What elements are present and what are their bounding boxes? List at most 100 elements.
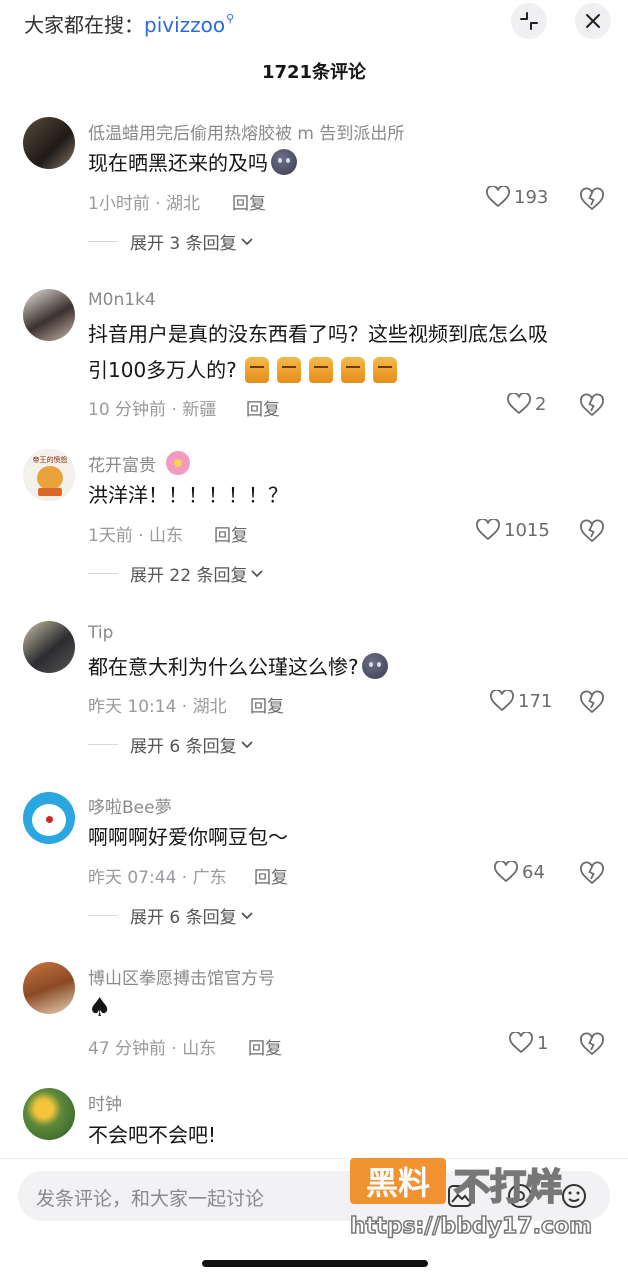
expand-replies-button[interactable]: 展开 3 条回复 <box>88 229 253 254</box>
home-indicator <box>202 1260 428 1267</box>
top-bar: 大家都在搜：pivizzoo⚲ <box>0 0 628 44</box>
comment-text: 洪洋洋！！！！！！？ <box>88 483 288 507</box>
like-button[interactable]: 1 <box>509 1032 548 1054</box>
reply-button[interactable]: 回复 <box>254 863 288 888</box>
close-icon <box>586 14 600 28</box>
comment-item: 哆啦Bee夢 啊啊啊好爱你啊豆包～ 昨天 07:44 · 广东 回复 64 展开… <box>0 789 628 929</box>
comment-username[interactable]: 花开富贵 <box>88 451 190 476</box>
comment-username[interactable]: 哆啦Bee夢 <box>88 793 172 818</box>
dislike-button[interactable] <box>579 393 605 421</box>
reply-button[interactable]: 回复 <box>248 1034 282 1059</box>
comment-item: 帝王的愤怒 花开富贵 洪洋洋！！！！！！？ 1天前 · 山东 回复 1015 展… <box>0 447 628 587</box>
reply-button[interactable]: 回复 <box>250 692 284 717</box>
expand-replies-button[interactable]: 展开 22 条回复 <box>88 561 264 586</box>
expand-replies-button[interactable]: 展开 6 条回复 <box>88 903 253 928</box>
broken-heart-icon <box>580 1032 604 1056</box>
avatar[interactable] <box>23 621 75 673</box>
divider-line <box>88 573 118 574</box>
reply-button[interactable]: 回复 <box>214 521 248 546</box>
emoji-face-icon <box>361 653 388 679</box>
comment-text: 不会吧不会吧! <box>88 1123 217 1147</box>
like-count: 193 <box>514 186 549 208</box>
avatar[interactable]: 帝王的愤怒 <box>23 449 75 501</box>
like-button[interactable]: 193 <box>486 186 548 208</box>
comment-item: M0n1k4 抖音用户是真的没东西看了吗？这些视频到底怎么吸 引100多万人的?… <box>0 284 628 424</box>
heart-icon <box>486 186 510 208</box>
comment-username[interactable]: M0n1k4 <box>88 290 156 310</box>
avatar[interactable] <box>23 289 75 341</box>
heart-icon <box>490 690 514 712</box>
chevron-down-icon <box>240 237 253 245</box>
comment-time-location: 昨天 07:44 · 广东 <box>88 868 227 888</box>
comment-username[interactable]: Tip <box>88 623 113 643</box>
dislike-button[interactable] <box>579 519 605 547</box>
like-button[interactable]: 2 <box>507 393 546 415</box>
emoji-face-icon <box>271 149 297 175</box>
heart-icon <box>507 393 531 415</box>
chevron-down-icon <box>251 569 264 577</box>
comment-composer-bar: 发条评论，和大家一起讨论 <box>0 1158 628 1280</box>
heart-icon <box>494 861 518 883</box>
emoji-icon[interactable] <box>560 1182 588 1210</box>
like-count: 64 <box>522 861 545 883</box>
trending-search-prefix: 大家都在搜： <box>24 13 144 37</box>
collapse-button[interactable] <box>511 3 547 39</box>
comment-text-line: 抖音用户是真的没东西看了吗？这些视频到底怎么吸 <box>88 322 548 346</box>
comment-input[interactable]: 发条评论，和大家一起讨论 <box>18 1171 610 1221</box>
comment-time-location: 47 分钟前 · 山东 <box>88 1039 217 1059</box>
broken-heart-icon <box>580 519 604 543</box>
avatar[interactable] <box>23 1088 75 1140</box>
broken-heart-icon <box>580 187 604 211</box>
broken-heart-icon <box>580 861 604 885</box>
reply-button[interactable]: 回复 <box>246 395 280 420</box>
comment-item: 低温蜡用完后偷用热熔胶被 m 告到派出所 现在晒黑还来的及吗 1小时前 · 湖北… <box>0 112 628 262</box>
heart-icon <box>509 1032 533 1054</box>
like-button[interactable]: 64 <box>494 861 545 883</box>
avatar[interactable] <box>23 792 75 844</box>
comment-input-placeholder: 发条评论，和大家一起讨论 <box>36 1188 265 1210</box>
comment-item: 时钟 不会吧不会吧! <box>0 1086 628 1158</box>
comment-text: 都在意大利为什么公瑾这么惨? <box>88 649 388 685</box>
comment-username[interactable]: 博山区拳愿搏击馆官方号 <box>88 964 275 989</box>
comment-time-location: 10 分钟前 · 新疆 <box>88 400 217 420</box>
comment-text: 啊啊啊好爱你啊豆包～ <box>88 825 288 849</box>
cat-emoji-icon <box>276 357 301 383</box>
cat-face-graphic <box>37 466 63 490</box>
avatar[interactable] <box>23 117 75 169</box>
comment-time-location: 1天前 · 山东 <box>88 526 184 546</box>
expand-replies-button[interactable]: 展开 6 条回复 <box>88 732 253 757</box>
dislike-button[interactable] <box>579 690 605 718</box>
broken-heart-icon <box>580 690 604 714</box>
dislike-button[interactable] <box>579 1032 605 1060</box>
comment-username[interactable]: 时钟 <box>88 1090 122 1115</box>
reply-button[interactable]: 回复 <box>232 189 266 214</box>
dislike-button[interactable] <box>579 861 605 889</box>
close-button[interactable] <box>575 3 611 39</box>
cat-emoji-icon <box>372 357 397 383</box>
divider-line <box>88 744 118 745</box>
collapse-icon <box>520 12 538 30</box>
like-button[interactable]: 1015 <box>476 519 550 541</box>
divider-line <box>88 915 118 916</box>
trending-search-hint[interactable]: 大家都在搜：pivizzoo⚲ <box>24 9 234 38</box>
mention-icon[interactable] <box>506 1182 534 1210</box>
broken-heart-icon <box>580 393 604 417</box>
like-count: 2 <box>535 393 547 415</box>
search-icon: ⚲ <box>226 12 235 25</box>
divider-line <box>88 241 118 242</box>
image-icon[interactable] <box>446 1182 474 1210</box>
comment-text: ♠ <box>88 993 112 1023</box>
chevron-down-icon <box>240 911 253 919</box>
comment-count-title: 1721条评论 <box>261 62 367 83</box>
chevron-down-icon <box>240 740 253 748</box>
trending-search-keyword[interactable]: pivizzoo <box>144 13 225 37</box>
cat-emoji-icon <box>244 357 269 383</box>
comment-username[interactable]: 低温蜡用完后偷用热熔胶被 m 告到派出所 <box>88 119 404 144</box>
flower-icon <box>166 451 190 475</box>
cat-emoji-icon <box>308 357 333 383</box>
dislike-button[interactable] <box>579 187 605 215</box>
like-button[interactable]: 171 <box>490 690 552 712</box>
cat-body-graphic <box>38 488 62 496</box>
avatar[interactable] <box>23 962 75 1014</box>
like-count: 1015 <box>504 519 550 541</box>
